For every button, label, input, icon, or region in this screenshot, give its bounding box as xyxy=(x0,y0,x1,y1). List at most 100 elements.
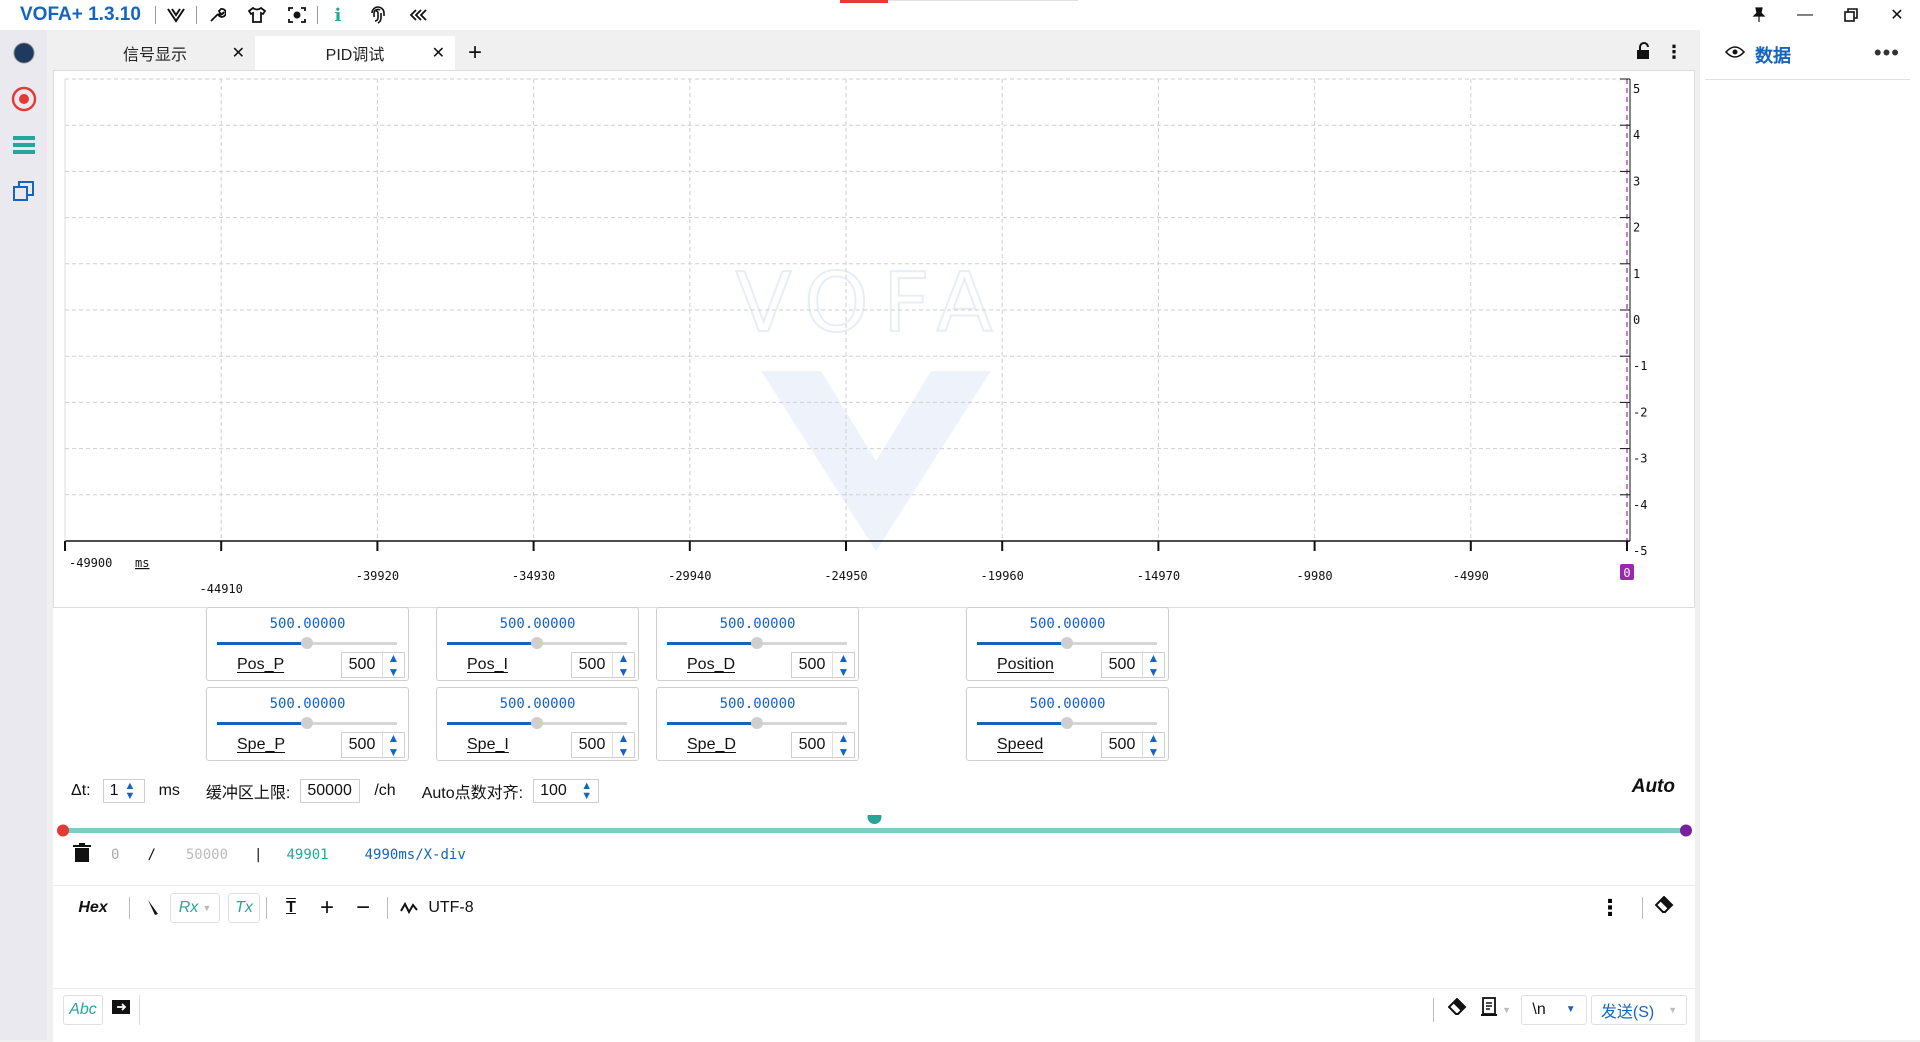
shirt-icon[interactable] xyxy=(237,0,277,30)
tab-pid-debug[interactable]: PID调试 ✕ xyxy=(255,36,455,70)
dt-unit: ms xyxy=(158,782,180,799)
more-vertical-icon[interactable]: ⋮ xyxy=(1599,895,1621,921)
spin-arrows-icon[interactable]: ▲ ▼ xyxy=(1142,731,1164,759)
add-tab-icon[interactable]: + xyxy=(455,36,495,70)
spin-arrows-icon[interactable]: ▲ ▼ xyxy=(612,731,634,759)
encoding-label[interactable]: UTF-8 xyxy=(424,893,478,923)
menu-list-icon[interactable] xyxy=(0,122,47,168)
waveform-plot[interactable]: VOFA 543210-1-2-3-4-5-49900 ms-44910-3992… xyxy=(54,71,1694,607)
titlebar-red-indicator xyxy=(840,0,888,3)
close-icon[interactable]: ✕ xyxy=(1874,0,1920,30)
slider-thumb[interactable] xyxy=(751,637,763,649)
more-horizontal-icon[interactable]: ••• xyxy=(1874,40,1900,66)
eraser-icon[interactable] xyxy=(1447,997,1468,1021)
tab-signal-display[interactable]: 信号显示 ✕ xyxy=(55,36,255,70)
more-vertical-icon[interactable]: ⋮ xyxy=(1665,42,1683,65)
history-icon[interactable] xyxy=(1480,997,1498,1022)
record-icon[interactable] xyxy=(0,76,47,122)
send-input[interactable] xyxy=(139,994,1427,1025)
y-tick-label: 0 xyxy=(1633,313,1640,327)
restore-icon[interactable] xyxy=(1828,0,1874,30)
hex-toggle[interactable]: Hex xyxy=(63,893,123,923)
slider-thumb[interactable] xyxy=(1061,637,1073,649)
eraser-icon[interactable] xyxy=(1654,895,1675,919)
unlock-icon[interactable] xyxy=(1635,42,1651,65)
slider-track[interactable] xyxy=(217,637,397,649)
y-tick-label: -4 xyxy=(1633,498,1647,512)
slider-spinbox[interactable]: 500 ▲ ▼ xyxy=(341,651,405,679)
vofa-logo-icon[interactable] xyxy=(156,0,196,30)
slider-thumb[interactable] xyxy=(1061,717,1073,729)
spin-arrows-icon[interactable]: ▲ ▼ xyxy=(832,731,854,759)
slider-thumb[interactable] xyxy=(531,717,543,729)
trash-icon[interactable] xyxy=(73,843,91,867)
minimize-icon[interactable]: — xyxy=(1782,0,1828,30)
slider-thumb[interactable] xyxy=(301,637,313,649)
auto-mode-button[interactable]: Auto xyxy=(1632,776,1675,798)
separator xyxy=(129,896,130,919)
text-format-icon[interactable]: T xyxy=(273,893,309,923)
dt-spinbox[interactable]: 1 ▲ ▼ xyxy=(102,779,145,803)
abc-toggle[interactable]: Abc xyxy=(63,994,103,1025)
slider-thumb[interactable] xyxy=(751,717,763,729)
send-button[interactable]: 发送(S) ▼ xyxy=(1591,994,1687,1025)
collapse-icon[interactable] xyxy=(398,0,438,30)
fingerprint-icon[interactable] xyxy=(358,0,398,30)
x-tick-label: -9980 xyxy=(1297,569,1333,583)
slider-spinbox[interactable]: 500 ▲ ▼ xyxy=(1101,731,1165,759)
x-div-scale: 4990ms/X-div xyxy=(364,847,466,863)
buffer-limit-input[interactable]: 50000 xyxy=(300,779,361,803)
plus-icon[interactable]: + xyxy=(309,893,345,923)
slider-spinbox[interactable]: 500 ▲ ▼ xyxy=(1101,651,1165,679)
spin-arrows-icon[interactable]: ▲ ▼ xyxy=(612,651,634,679)
windows-icon[interactable] xyxy=(0,168,47,214)
close-icon[interactable]: ✕ xyxy=(232,43,245,63)
slider-spinbox[interactable]: 500 ▲ ▼ xyxy=(571,731,635,759)
slider-track[interactable] xyxy=(977,717,1157,729)
slider-track[interactable] xyxy=(217,717,397,729)
eye-icon[interactable] xyxy=(1724,45,1746,64)
capture-icon[interactable] xyxy=(277,0,317,30)
slider-thumb[interactable] xyxy=(531,637,543,649)
slider-spinbox[interactable]: 500 ▲ ▼ xyxy=(341,731,405,759)
slider-track[interactable] xyxy=(447,717,627,729)
cursor-icon[interactable] xyxy=(136,893,170,923)
slider-track[interactable] xyxy=(667,637,847,649)
slider-value: 500.00000 xyxy=(1029,696,1106,712)
slider-track[interactable] xyxy=(667,717,847,729)
pin-icon[interactable] xyxy=(1736,0,1782,30)
wrench-icon[interactable] xyxy=(197,0,237,30)
slider-track[interactable] xyxy=(447,637,627,649)
slider-label: Spe_D xyxy=(687,736,736,753)
spin-arrows-icon[interactable]: ▲ ▼ xyxy=(581,781,592,802)
spin-arrows-icon[interactable]: ▲ ▼ xyxy=(1142,651,1164,679)
tx-label: Tx xyxy=(235,898,253,916)
slider-thumb[interactable] xyxy=(301,717,313,729)
vofa-watermark: VOFA xyxy=(735,255,993,551)
rx-toggle[interactable]: Rx ▼ xyxy=(170,892,220,923)
connect-icon[interactable] xyxy=(0,30,47,76)
slider-fill xyxy=(217,642,307,645)
slider-spinbox[interactable]: 500 ▲ ▼ xyxy=(791,731,855,759)
spin-arrows-icon[interactable]: ▲ ▼ xyxy=(832,651,854,679)
close-icon[interactable]: ✕ xyxy=(432,43,445,63)
buffer-unit: /ch xyxy=(374,782,396,799)
slider-track[interactable] xyxy=(977,637,1157,649)
slider-fill xyxy=(667,722,757,725)
line-ending-select[interactable]: \n ▼ xyxy=(1521,994,1587,1025)
waveform-icon[interactable] xyxy=(394,893,424,923)
send-file-icon[interactable] xyxy=(111,998,131,1021)
range-left-handle xyxy=(57,824,69,837)
slider-spinbox[interactable]: 500 ▲ ▼ xyxy=(571,651,635,679)
spin-arrows-icon[interactable]: ▲ ▼ xyxy=(382,651,404,679)
slider-spinbox[interactable]: 500 ▲ ▼ xyxy=(791,651,855,679)
tx-toggle[interactable]: Tx xyxy=(228,892,260,923)
spin-arrows-icon[interactable]: ▲ ▼ xyxy=(124,781,135,802)
tab-label: PID调试 xyxy=(325,47,385,64)
minus-icon[interactable]: − xyxy=(345,893,381,923)
info-icon[interactable]: i xyxy=(318,0,358,30)
chevron-down-icon[interactable]: ▼ xyxy=(1502,1005,1511,1015)
waveform-plot-frame[interactable]: VOFA 5 4 3 2 1 0 -1 -2 -3 -4 -5 -49900 ms -44910 -3992… xyxy=(53,70,1695,608)
auto-align-spinbox[interactable]: 100 ▲ ▼ xyxy=(533,779,600,803)
spin-arrows-icon[interactable]: ▲ ▼ xyxy=(382,731,404,759)
